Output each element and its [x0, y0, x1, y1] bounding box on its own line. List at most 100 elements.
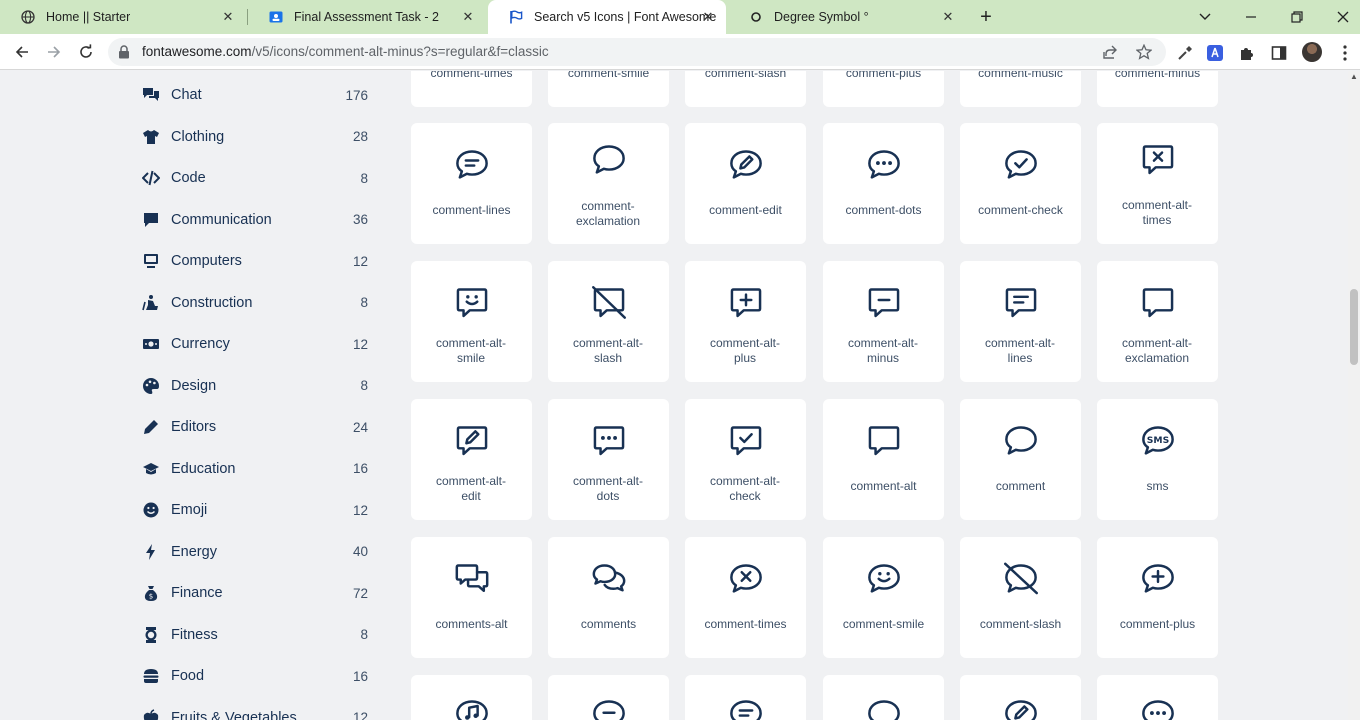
category-count: 8 [360, 378, 368, 393]
puzzle-extensions-icon[interactable] [1238, 44, 1256, 62]
icon-card-comment-lines[interactable]: comment-lines [411, 123, 532, 244]
sidebar-category-communication[interactable]: Communication 36 [142, 209, 368, 231]
icon-card-comment-check[interactable]: comment-check [960, 123, 1081, 244]
close-tab-icon[interactable]: ✕ [220, 9, 236, 25]
icon-card-comment-music[interactable]: comment-music [960, 71, 1081, 107]
apple-icon [142, 708, 160, 720]
icon-name-label: comment-slash [979, 617, 1062, 631]
scrollbar-thumb[interactable] [1350, 289, 1358, 365]
icon-card-comment-alt-exclamation[interactable]: comment-alt-exclamation [1097, 261, 1218, 382]
icon-card-comment[interactable]: comment [960, 399, 1081, 520]
icon-card-comments[interactable]: comments [548, 537, 669, 658]
icon-card-comment-dots[interactable]: comment-dots [823, 123, 944, 244]
close-window-icon[interactable] [1332, 6, 1354, 28]
tab-final-assessment[interactable]: Final Assessment Task - 2 ✕ [248, 0, 486, 34]
category-label: Food [171, 668, 205, 684]
icon-card-comment-alt-lines[interactable]: comment-alt-lines [960, 261, 1081, 382]
side-panel-icon[interactable] [1270, 44, 1288, 62]
tab-degree-symbol[interactable]: Degree Symbol ° ✕ [728, 0, 966, 34]
icon-card-comment-edit[interactable]: comment-edit [685, 123, 806, 244]
icon-card-comment-slash[interactable]: comment-slash [685, 71, 806, 107]
sidebar-category-construction[interactable]: Construction 8 [142, 292, 368, 314]
bookmark-star-icon[interactable] [1135, 43, 1153, 60]
sidebar-category-emoji[interactable]: Emoji 12 [142, 499, 368, 521]
desktop-icon [142, 252, 160, 270]
sidebar-category-design[interactable]: Design 8 [142, 375, 368, 397]
icon-card-comment-alt-slash[interactable]: comment-alt-slash [548, 261, 669, 382]
page-scrollbar[interactable]: ▲ [1348, 71, 1360, 720]
close-tab-icon[interactable]: ✕ [460, 9, 476, 25]
sidebar-category-food[interactable]: Food 16 [142, 665, 368, 687]
category-label: Design [171, 377, 217, 394]
tab-title: Final Assessment Task - 2 [294, 10, 439, 24]
minimize-icon[interactable] [1240, 6, 1262, 28]
share-icon[interactable] [1102, 44, 1118, 60]
icon-card-comment-slash[interactable]: comment-slash [960, 537, 1081, 658]
icon-card-comments-alt[interactable]: comments-alt [411, 537, 532, 658]
comment-dots-icon [823, 147, 944, 183]
icon-card-comment-exclamation[interactable]: comment-exclamation [548, 123, 669, 244]
icon-card-comment-smile[interactable]: comment-smile [823, 537, 944, 658]
back-arrow-icon[interactable] [12, 42, 32, 62]
icon-card-comment-exclamation[interactable] [823, 675, 944, 720]
icon-card-comment-alt-minus[interactable]: comment-alt-minus [823, 261, 944, 382]
icon-card-comment-times[interactable]: comment-times [411, 71, 532, 107]
comment-edit-icon [685, 147, 806, 183]
icon-card-comment-lines[interactable] [685, 675, 806, 720]
icon-card-comment-alt-smile[interactable]: comment-alt-smile [411, 261, 532, 382]
icon-card-comment-alt-dots[interactable]: comment-alt-dots [548, 399, 669, 520]
category-label: Fitness [171, 626, 218, 643]
icon-card-comment-alt-edit[interactable]: comment-alt-edit [411, 399, 532, 520]
restore-icon[interactable] [1286, 6, 1308, 28]
sidebar-category-editors[interactable]: Editors 24 [142, 416, 368, 438]
icon-card-comment-times[interactable]: comment-times [685, 537, 806, 658]
sidebar-category-chat[interactable]: Chat 176 [142, 84, 368, 106]
category-label: Computers [171, 253, 242, 269]
extension-badge-icon[interactable] [1206, 44, 1224, 62]
category-count: 12 [352, 336, 368, 352]
tab-home-starter[interactable]: Home || Starter ✕ [0, 0, 246, 34]
category-label: Fruits & Vegetables [171, 709, 297, 720]
icon-card-comment-plus[interactable]: comment-plus [823, 71, 944, 107]
sidebar-category-finance[interactable]: $ Finance 72 [142, 582, 368, 604]
icon-card-comment-dots[interactable] [1097, 675, 1218, 720]
icon-card-comment-alt-check[interactable]: comment-alt-check [685, 399, 806, 520]
sidebar-category-education[interactable]: Education 16 [142, 458, 368, 480]
icon-card-comment-alt-plus[interactable]: comment-alt-plus [685, 261, 806, 382]
code-icon [142, 169, 160, 187]
scroll-up-arrow-icon[interactable]: ▲ [1350, 73, 1358, 81]
icon-card-sms[interactable]: SMS sms [1097, 399, 1218, 520]
icon-name-label: comment-lines [432, 203, 511, 217]
sidebar-category-fruits-vegetables[interactable]: Fruits & Vegetables 12 [142, 707, 368, 720]
address-bar[interactable]: fontawesome.com/v5/icons/comment-alt-min… [108, 38, 1166, 66]
sidebar-category-currency[interactable]: Currency 12 [142, 333, 368, 355]
tab-strip: Home || Starter ✕ Final Assessment Task … [0, 0, 1360, 34]
icon-card-comment-plus[interactable]: comment-plus [1097, 537, 1218, 658]
category-count: 72 [352, 585, 368, 601]
category-count: 24 [352, 419, 368, 435]
eyedropper-extension-icon[interactable] [1176, 44, 1194, 62]
icon-card-comment-alt-times[interactable]: comment-alt-times [1097, 123, 1218, 244]
tab-search-chevron-icon[interactable] [1194, 6, 1216, 28]
sidebar-category-code[interactable]: Code 8 [142, 167, 368, 189]
comment-dots-icon [1097, 697, 1218, 720]
new-tab-button[interactable]: + [976, 7, 996, 27]
icon-card-comment-edit[interactable] [960, 675, 1081, 720]
close-tab-icon[interactable]: ✕ [940, 9, 956, 25]
profile-avatar[interactable] [1302, 42, 1322, 62]
comment-smile-icon [823, 561, 944, 597]
sidebar-category-energy[interactable]: Energy 40 [142, 541, 368, 563]
tab-font-awesome[interactable]: Search v5 Icons | Font Awesome ✕ [488, 0, 726, 34]
icon-card-comment-minus[interactable]: comment-minus [1097, 71, 1218, 107]
icon-card-comment-music[interactable] [411, 675, 532, 720]
forward-arrow-icon[interactable] [44, 42, 64, 62]
icon-card-comment-smile[interactable]: comment-smile [548, 71, 669, 107]
sidebar-category-computers[interactable]: Computers 12 [142, 250, 368, 272]
sidebar-category-fitness[interactable]: Fitness 8 [142, 624, 368, 646]
close-tab-icon[interactable]: ✕ [700, 9, 716, 25]
sidebar-category-clothing[interactable]: Clothing 28 [142, 126, 368, 148]
kebab-menu-icon[interactable] [1336, 44, 1354, 62]
icon-card-comment-minus[interactable] [548, 675, 669, 720]
icon-card-comment-alt[interactable]: comment-alt [823, 399, 944, 520]
reload-icon[interactable] [76, 42, 96, 62]
